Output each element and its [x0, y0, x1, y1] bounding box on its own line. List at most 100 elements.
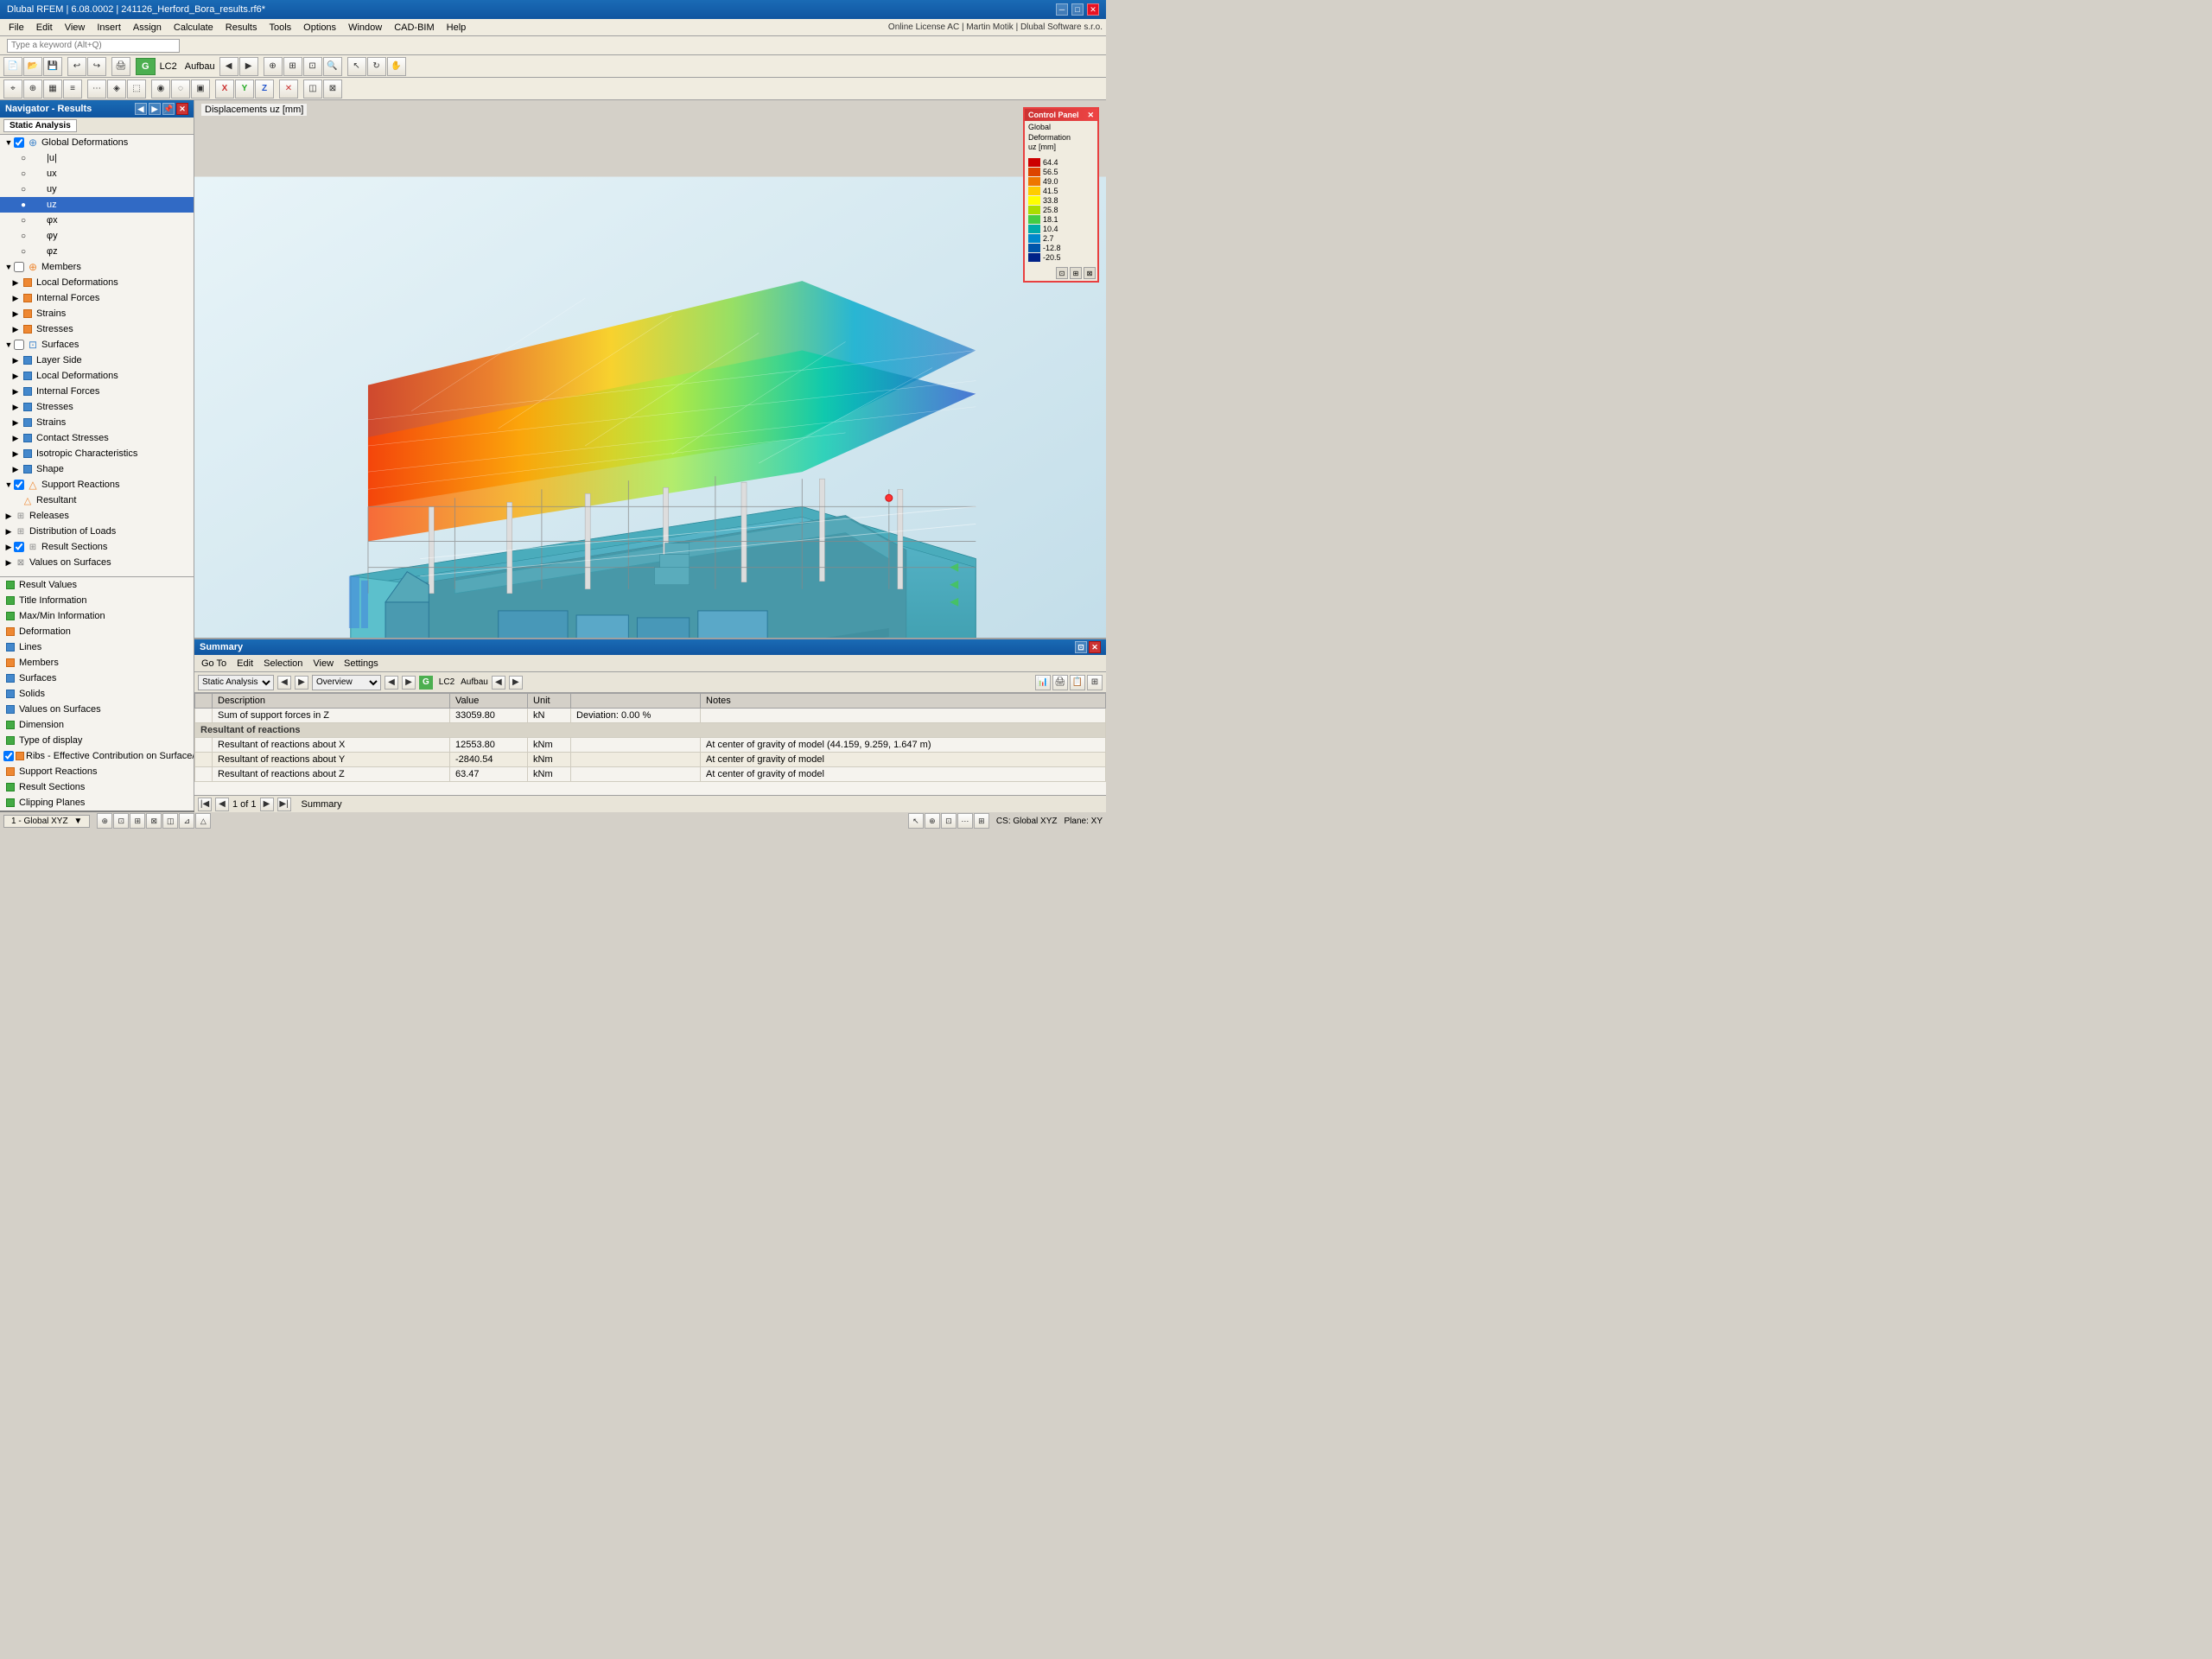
- cp-btn-1[interactable]: ⊡: [1056, 267, 1068, 279]
- menu-options[interactable]: Options: [298, 21, 341, 35]
- nav-bottom-members[interactable]: Members: [0, 655, 194, 671]
- nav-next-btn[interactable]: ▶: [149, 103, 161, 115]
- menu-window[interactable]: Window: [343, 21, 387, 35]
- nav-pin-btn[interactable]: 📌: [162, 103, 175, 115]
- summary-float-btn[interactable]: ⊡: [1075, 641, 1087, 653]
- tree-uy[interactable]: ○ uy: [0, 181, 194, 197]
- nav-bottom-surfaces[interactable]: Surfaces: [0, 671, 194, 686]
- tree-members[interactable]: ▼ ⊕ Members: [0, 259, 194, 275]
- tree-phix[interactable]: ○ φx: [0, 213, 194, 228]
- summary-export-btn[interactable]: 📊: [1035, 675, 1051, 690]
- tool-misc-2[interactable]: ⊠: [323, 79, 342, 99]
- bot-btn-5[interactable]: ◫: [162, 813, 178, 829]
- nav-close-btn[interactable]: ✕: [176, 103, 188, 115]
- bot-btn-2[interactable]: ⊡: [113, 813, 129, 829]
- nav-bottom-valonsurfaces[interactable]: Values on Surfaces: [0, 702, 194, 717]
- nav-tab-static[interactable]: Static Analysis: [3, 119, 77, 132]
- checkbox-members[interactable]: [14, 262, 24, 272]
- axis-btn-y[interactable]: Y: [235, 79, 254, 99]
- rotate-btn[interactable]: ↻: [367, 57, 386, 76]
- tool-btn-7[interactable]: ⬚: [127, 79, 146, 99]
- menu-view[interactable]: View: [60, 21, 91, 35]
- render-btn-2[interactable]: ◌: [171, 79, 190, 99]
- summary-selection[interactable]: Selection: [260, 658, 306, 670]
- menu-cadbim[interactable]: CAD-BIM: [389, 21, 439, 35]
- tool-btn-1[interactable]: ⌖: [3, 79, 22, 99]
- tree-surf-contactstress[interactable]: ▶ Contact Stresses: [0, 430, 194, 446]
- select-btn[interactable]: ↖: [347, 57, 366, 76]
- tree-ux[interactable]: ○ ux: [0, 166, 194, 181]
- summary-settings[interactable]: Settings: [340, 658, 382, 670]
- checkbox-global-deformations[interactable]: [14, 137, 24, 148]
- nav-bottom-ribs[interactable]: Ribs - Effective Contribution on Surface…: [0, 748, 194, 764]
- summary-goto[interactable]: Go To: [198, 658, 230, 670]
- zoom-btn[interactable]: 🔍: [323, 57, 342, 76]
- tree-uz[interactable]: ● uz: [0, 197, 194, 213]
- tree-support-reactions[interactable]: ▼ △ Support Reactions: [0, 477, 194, 493]
- summary-view[interactable]: View: [309, 658, 337, 670]
- lc-prev-btn[interactable]: ◀: [219, 57, 238, 76]
- tree-members-stresses[interactable]: ▶ Stresses: [0, 321, 194, 337]
- cp-close-btn[interactable]: ✕: [1087, 111, 1094, 120]
- checkbox-resultsections[interactable]: [14, 542, 24, 552]
- tree-surf-stresses[interactable]: ▶ Stresses: [0, 399, 194, 415]
- menu-assign[interactable]: Assign: [128, 21, 167, 35]
- summary-lc-prev-btn[interactable]: ◀: [492, 676, 505, 690]
- nav-bottom-result-values[interactable]: Result Values: [0, 577, 194, 593]
- nav-bottom-title-info[interactable]: Title Information: [0, 593, 194, 608]
- tree-global-deformations[interactable]: ▼ ⊕ Global Deformations: [0, 135, 194, 150]
- tool-btn-3[interactable]: ▦: [43, 79, 62, 99]
- tree-abs-u[interactable]: ○ |u|: [0, 150, 194, 166]
- axis-btn-x[interactable]: X: [215, 79, 234, 99]
- tree-result-sections[interactable]: ▶ ⊞ Result Sections: [0, 539, 194, 555]
- mode-btn-3[interactable]: ⊡: [941, 813, 957, 829]
- summary-edit[interactable]: Edit: [233, 658, 257, 670]
- bot-btn-7[interactable]: △: [195, 813, 211, 829]
- summary-analysis-select[interactable]: Static Analysis: [198, 675, 274, 690]
- minimize-button[interactable]: ─: [1056, 3, 1068, 16]
- nav-bottom-result-sections[interactable]: Result Sections: [0, 779, 194, 795]
- summary-close-btn[interactable]: ✕: [1089, 641, 1101, 653]
- tool-btn-6[interactable]: ◈: [107, 79, 126, 99]
- view-selector[interactable]: 1 - Global XYZ ▼: [3, 815, 90, 828]
- nav-bottom-dimension[interactable]: Dimension: [0, 717, 194, 733]
- menu-edit[interactable]: Edit: [31, 21, 58, 35]
- summary-view-next-btn[interactable]: ▶: [402, 676, 416, 690]
- footer-next-btn[interactable]: ▶: [260, 798, 274, 811]
- tree-surfaces[interactable]: ▼ ⊡ Surfaces: [0, 337, 194, 353]
- summary-view-select[interactable]: Overview: [312, 675, 381, 690]
- mode-btn-4[interactable]: ⋯: [957, 813, 973, 829]
- bot-btn-1[interactable]: ⊕: [97, 813, 112, 829]
- nav-bottom-support-react[interactable]: Support Reactions: [0, 764, 194, 779]
- tree-phiz[interactable]: ○ φz: [0, 244, 194, 259]
- bot-btn-4[interactable]: ⊠: [146, 813, 162, 829]
- tree-distribution-loads[interactable]: ▶ ⊞ Distribution of Loads: [0, 524, 194, 539]
- tool-delete-btn[interactable]: ✕: [279, 79, 298, 99]
- summary-print-btn[interactable]: 🖨: [1052, 675, 1068, 690]
- menu-help[interactable]: Help: [442, 21, 472, 35]
- tree-values-surfaces[interactable]: ▶ ⊠ Values on Surfaces: [0, 555, 194, 570]
- menu-insert[interactable]: Insert: [92, 21, 126, 35]
- tree-resultant[interactable]: △ Resultant: [0, 493, 194, 508]
- tree-surf-intforces[interactable]: ▶ Internal Forces: [0, 384, 194, 399]
- summary-prev-btn[interactable]: ◀: [277, 676, 291, 690]
- nav-bottom-clipping[interactable]: Clipping Planes: [0, 795, 194, 810]
- pan-btn[interactable]: ✋: [387, 57, 406, 76]
- mode-btn-5[interactable]: ⊞: [974, 813, 989, 829]
- tree-surf-strains[interactable]: ▶ Strains: [0, 415, 194, 430]
- bot-btn-6[interactable]: ⊿: [179, 813, 194, 829]
- checkbox-support[interactable]: [14, 480, 24, 490]
- save-btn[interactable]: 💾: [43, 57, 62, 76]
- tree-surf-layerside[interactable]: ▶ Layer Side: [0, 353, 194, 368]
- nav-bottom-maxmin[interactable]: Max/Min Information: [0, 608, 194, 624]
- tree-members-strains[interactable]: ▶ Strains: [0, 306, 194, 321]
- close-button[interactable]: ✕: [1087, 3, 1099, 16]
- checkbox-ribs[interactable]: [3, 751, 14, 761]
- tool-btn-2[interactable]: ⊕: [23, 79, 42, 99]
- open-btn[interactable]: 📂: [23, 57, 42, 76]
- tree-releases[interactable]: ▶ ⊞ Releases: [0, 508, 194, 524]
- tree-phiy[interactable]: ○ φy: [0, 228, 194, 244]
- tree-surf-isotropic[interactable]: ▶ Isotropic Characteristics: [0, 446, 194, 461]
- undo-btn[interactable]: ↩: [67, 57, 86, 76]
- print-btn[interactable]: 🖨: [111, 57, 130, 76]
